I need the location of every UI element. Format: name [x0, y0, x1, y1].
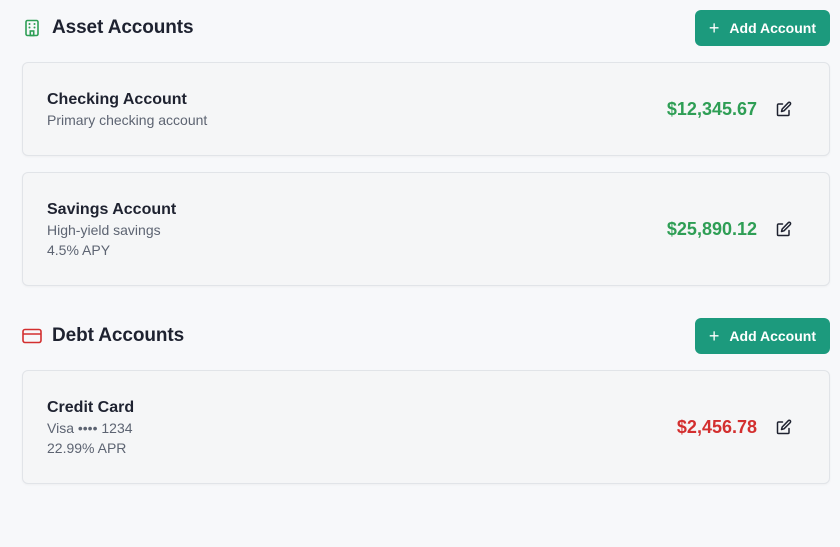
- edit-icon: [776, 221, 792, 237]
- edit-account-button[interactable]: [773, 98, 795, 120]
- debt-accounts-title-wrap: Debt Accounts: [22, 325, 184, 347]
- edit-account-button[interactable]: [773, 218, 795, 240]
- account-name: Credit Card: [47, 399, 135, 416]
- account-actions: $25,890.12: [667, 173, 795, 285]
- asset-accounts-title-wrap: Asset Accounts: [22, 17, 194, 39]
- account-description: High-yield savings: [47, 222, 161, 238]
- plus-icon: +: [708, 326, 720, 346]
- account-name: Checking Account: [47, 91, 187, 108]
- account-rate: 4.5% APY: [47, 242, 111, 258]
- account-info: Credit Card Visa •••• 1234 22.99% APR: [47, 398, 134, 458]
- plus-icon: +: [708, 18, 720, 38]
- account-balance: $2,456.78: [676, 416, 757, 437]
- building-icon: [22, 18, 42, 38]
- account-rate: 22.99% APR: [47, 440, 127, 456]
- account-name: Savings Account: [47, 201, 177, 218]
- asset-accounts-header: Asset Accounts + Add Account: [22, 10, 830, 46]
- debt-accounts-header: Debt Accounts + Add Account: [22, 318, 830, 354]
- account-info: Checking Account Primary checking accoun…: [47, 90, 207, 130]
- debt-accounts-title: Debt Accounts: [52, 325, 185, 346]
- account-balance: $12,345.67: [666, 98, 757, 119]
- asset-accounts-title: Asset Accounts: [52, 17, 194, 38]
- credit-card-icon: [22, 326, 42, 346]
- account-info: Savings Account High-yield savings 4.5% …: [47, 200, 176, 260]
- account-description: Primary checking account: [47, 112, 208, 128]
- add-debt-account-button[interactable]: + Add Account: [694, 318, 830, 354]
- edit-icon: [776, 101, 792, 117]
- account-actions: $12,345.67: [667, 63, 795, 155]
- edit-icon: [776, 419, 792, 435]
- edit-account-button[interactable]: [773, 416, 795, 438]
- account-card-credit-card[interactable]: Credit Card Visa •••• 1234 22.99% APR $2…: [22, 370, 830, 484]
- add-asset-account-label: Add Account: [729, 20, 816, 36]
- account-card-savings[interactable]: Savings Account High-yield savings 4.5% …: [22, 172, 830, 286]
- account-description: Visa •••• 1234: [47, 420, 133, 436]
- account-actions: $2,456.78: [677, 371, 795, 483]
- account-card-checking[interactable]: Checking Account Primary checking accoun…: [22, 62, 830, 156]
- account-balance: $25,890.12: [666, 218, 757, 239]
- add-debt-account-label: Add Account: [729, 328, 816, 344]
- add-asset-account-button[interactable]: + Add Account: [694, 10, 830, 46]
